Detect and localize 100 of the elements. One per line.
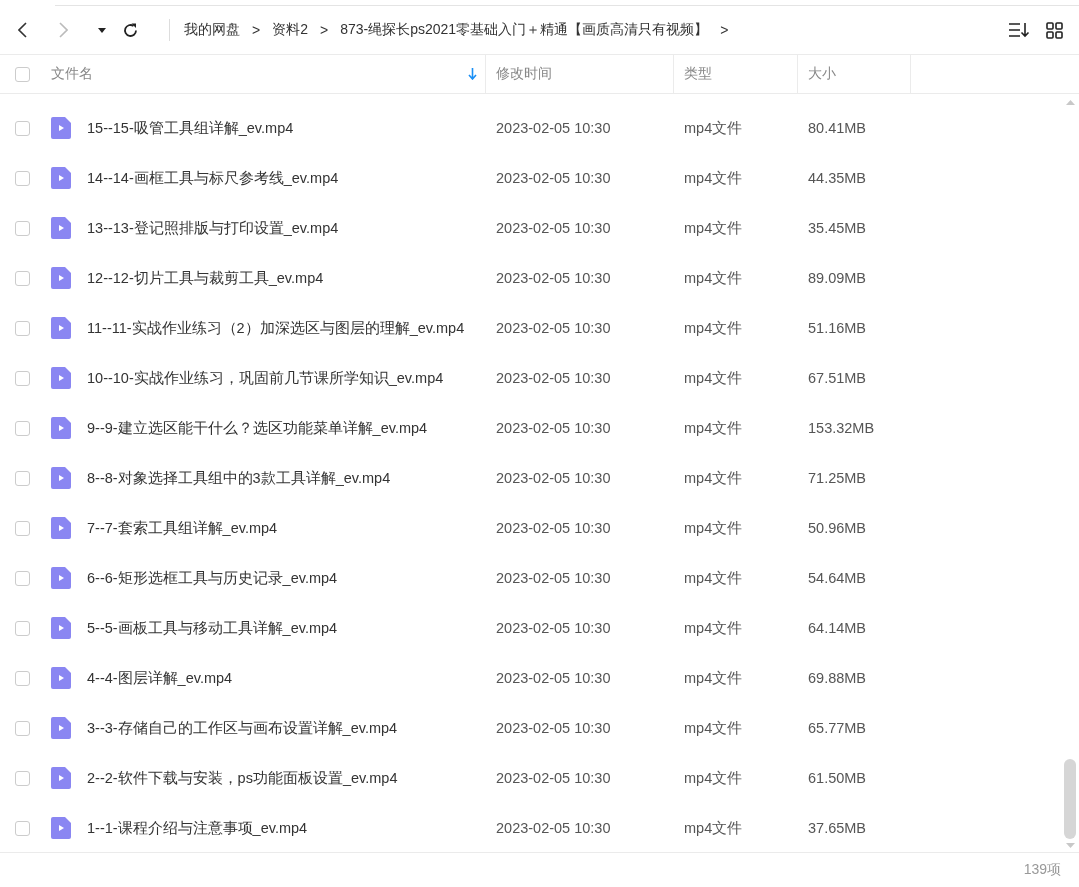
file-type: mp4文件 [684, 568, 743, 588]
video-file-icon [51, 617, 71, 639]
video-file-icon [51, 167, 71, 189]
grid-icon [1046, 21, 1063, 39]
breadcrumb-link[interactable]: 资料2 [272, 21, 308, 39]
item-count: 139项 [1023, 861, 1061, 879]
video-file-icon [51, 117, 71, 139]
modified-time: 2023-02-05 10:30 [496, 220, 611, 236]
scroll-down-icon [1065, 843, 1075, 848]
file-size: 37.65MB [808, 820, 867, 836]
file-size: 35.45MB [808, 220, 867, 236]
modified-time: 2023-02-05 10:30 [496, 520, 611, 536]
file-name[interactable]: 4--4-图层详解_ev.mp4 [87, 668, 233, 688]
video-file-icon [51, 667, 71, 689]
file-name[interactable]: 3--3-存储自己的工作区与画布设置详解_ev.mp4 [87, 718, 398, 738]
file-name[interactable]: 15--15-吸管工具组详解_ev.mp4 [87, 118, 294, 138]
file-size: 61.50MB [808, 770, 867, 786]
column-header[interactable]: 大小 [798, 55, 911, 93]
file-size: 89.09MB [808, 270, 867, 286]
refresh-icon [122, 21, 139, 39]
video-file-icon [51, 567, 71, 589]
modified-time: 2023-02-05 10:30 [496, 720, 611, 736]
row-checkbox[interactable] [15, 120, 30, 136]
select-all-checkbox[interactable] [15, 66, 30, 82]
scroll-thumb[interactable] [1064, 759, 1076, 839]
row-checkbox[interactable] [15, 620, 30, 636]
file-name[interactable]: 6--6-矩形选框工具与历史记录_ev.mp4 [87, 568, 338, 588]
file-name[interactable]: 2--2-软件下载与安装，ps功能面板设置_ev.mp4 [87, 768, 398, 788]
file-type: mp4文件 [684, 718, 743, 738]
modified-time: 2023-02-05 10:30 [496, 270, 611, 286]
file-type: mp4文件 [684, 118, 743, 138]
file-name[interactable]: 10--10-实战作业练习，巩固前几节课所学知识_ev.mp4 [87, 368, 444, 388]
row-checkbox[interactable] [15, 570, 30, 586]
file-type: mp4文件 [684, 768, 743, 788]
video-file-icon [51, 317, 71, 339]
row-checkbox[interactable] [15, 720, 30, 736]
file-type: mp4文件 [684, 618, 743, 638]
row-checkbox[interactable] [15, 670, 30, 686]
row-checkbox[interactable] [15, 370, 30, 386]
file-name[interactable]: 11--11-实战作业练习（2）加深选区与图层的理解_ev.mp4 [87, 318, 465, 338]
row-checkbox[interactable] [15, 520, 30, 536]
file-type: mp4文件 [684, 668, 743, 688]
file-size: 69.88MB [808, 670, 867, 686]
row-checkbox[interactable] [15, 270, 30, 286]
column-header[interactable]: 修改时间 [486, 55, 674, 93]
video-file-icon [51, 467, 71, 489]
video-file-icon [51, 217, 71, 239]
modified-time: 2023-02-05 10:30 [496, 470, 611, 486]
file-type: mp4文件 [684, 318, 743, 338]
row-checkbox[interactable] [15, 320, 30, 336]
file-name[interactable]: 9--9-建立选区能干什么？选区功能菜单详解_ev.mp4 [87, 418, 428, 438]
row-checkbox[interactable] [15, 170, 30, 186]
modified-time: 2023-02-05 10:30 [496, 670, 611, 686]
file-size: 54.64MB [808, 570, 867, 586]
modified-time: 2023-02-05 10:30 [496, 320, 611, 336]
file-name[interactable]: 8--8-对象选择工具组中的3款工具详解_ev.mp4 [87, 468, 391, 488]
file-type: mp4文件 [684, 268, 743, 288]
file-name[interactable]: 5--5-画板工具与移动工具详解_ev.mp4 [87, 618, 338, 638]
file-size: 65.77MB [808, 720, 867, 736]
file-type: mp4文件 [684, 518, 743, 538]
modified-time: 2023-02-05 10:30 [496, 570, 611, 586]
file-name[interactable]: 1--1-课程介绍与注意事项_ev.mp4 [87, 818, 308, 838]
modified-time: 2023-02-05 10:30 [496, 170, 611, 186]
file-size: 71.25MB [808, 470, 867, 486]
breadcrumb-separator: > [720, 22, 729, 38]
file-name[interactable]: 14--14-画框工具与标尺参考线_ev.mp4 [87, 168, 339, 188]
file-size: 67.51MB [808, 370, 867, 386]
modified-time: 2023-02-05 10:30 [496, 820, 611, 836]
file-size: 50.96MB [808, 520, 867, 536]
file-size: 64.14MB [808, 620, 867, 636]
column-header[interactable]: 文件名 [47, 55, 486, 93]
file-type: mp4文件 [684, 168, 743, 188]
file-type: mp4文件 [684, 418, 743, 438]
video-file-icon [51, 717, 71, 739]
breadcrumb-link[interactable]: 873-绳探长ps2021零基础入门＋精通【画质高清只有视频】 [340, 21, 709, 39]
file-type: mp4文件 [684, 218, 743, 238]
file-name[interactable]: 13--13-登记照排版与打印设置_ev.mp4 [87, 218, 339, 238]
modified-time: 2023-02-05 10:30 [496, 120, 611, 136]
column-header[interactable]: 类型 [674, 55, 798, 93]
row-checkbox[interactable] [15, 770, 30, 786]
modified-time: 2023-02-05 10:30 [496, 420, 611, 436]
video-file-icon [51, 267, 71, 289]
breadcrumb-separator: > [252, 22, 261, 38]
video-file-icon [51, 817, 71, 839]
row-checkbox[interactable] [15, 220, 30, 236]
row-checkbox[interactable] [15, 820, 30, 836]
file-type: mp4文件 [684, 818, 743, 838]
row-checkbox[interactable] [15, 470, 30, 486]
file-name[interactable]: 12--12-切片工具与裁剪工具_ev.mp4 [87, 268, 324, 288]
video-file-icon [51, 367, 71, 389]
row-checkbox[interactable] [15, 420, 30, 436]
modified-time: 2023-02-05 10:30 [496, 620, 611, 636]
file-name[interactable]: 7--7-套索工具组详解_ev.mp4 [87, 518, 278, 538]
file-size: 153.32MB [808, 420, 875, 436]
file-type: mp4文件 [684, 368, 743, 388]
video-file-icon [51, 767, 71, 789]
modified-time: 2023-02-05 10:30 [496, 770, 611, 786]
sort-list-icon [1008, 22, 1030, 38]
file-size: 44.35MB [808, 170, 867, 186]
breadcrumb-link[interactable]: 我的网盘 [184, 21, 240, 39]
